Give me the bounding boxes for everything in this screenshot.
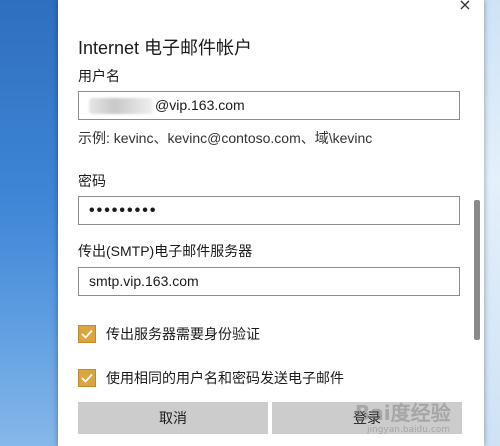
- checkmark-icon: [81, 329, 93, 339]
- checkmark-icon: [81, 373, 93, 383]
- smtp-server-field[interactable]: smtp.vip.163.com: [78, 267, 460, 296]
- dialog-title: Internet 电子邮件帐户: [78, 38, 253, 58]
- auth-required-checkbox[interactable]: [78, 325, 96, 343]
- desktop-background: [484, 0, 500, 446]
- auth-required-label: 传出服务器需要身份验证: [106, 326, 260, 342]
- scrollbar-thumb[interactable]: [474, 200, 480, 340]
- redacted-username: [89, 98, 153, 115]
- same-credentials-label: 使用相同的用户名和密码发送电子邮件: [106, 370, 344, 386]
- cancel-button[interactable]: 取消: [78, 402, 268, 434]
- close-icon[interactable]: ×: [454, 0, 476, 16]
- login-button[interactable]: 登录: [272, 402, 462, 434]
- username-example-hint: 示例: kevinc、kevinc@contoso.com、域\kevinc: [78, 130, 373, 146]
- username-domain: @vip.163.com: [155, 97, 245, 113]
- username-label: 用户名: [78, 68, 120, 84]
- password-label: 密码: [78, 173, 106, 189]
- smtp-server-label: 传出(SMTP)电子邮件服务器: [78, 243, 253, 259]
- auth-required-option[interactable]: 传出服务器需要身份验证: [78, 324, 260, 344]
- email-account-dialog: × Internet 电子邮件帐户 用户名 @vip.163.com 示例: k…: [58, 0, 484, 446]
- same-credentials-option[interactable]: 使用相同的用户名和密码发送电子邮件: [78, 368, 344, 388]
- password-field[interactable]: •••••••••: [78, 196, 460, 225]
- username-field[interactable]: @vip.163.com: [78, 91, 460, 120]
- same-credentials-checkbox[interactable]: [78, 369, 96, 387]
